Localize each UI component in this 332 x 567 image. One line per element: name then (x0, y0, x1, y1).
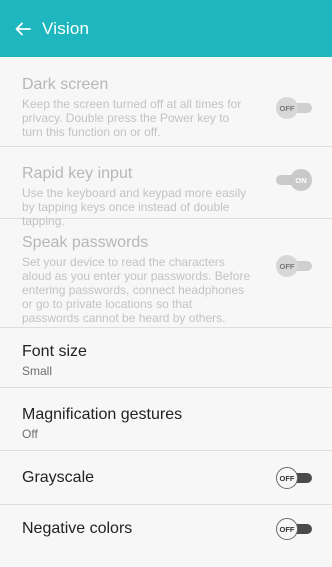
speak-passwords-toggle[interactable]: OFF (276, 255, 312, 277)
toggle-knob: OFF (276, 467, 298, 489)
grayscale-toggle[interactable]: OFF (276, 467, 312, 489)
setting-title: Magnification gestures (22, 406, 183, 423)
setting-font-size[interactable]: Font size Small (0, 328, 332, 388)
toggle-knob: ON (290, 169, 312, 191)
setting-title: Speak passwords (22, 234, 149, 251)
setting-speak-passwords[interactable]: Speak passwords Set your device to read … (0, 219, 332, 328)
setting-negative-colors[interactable]: Negative colors OFF (0, 505, 332, 559)
dark-screen-toggle[interactable]: OFF (276, 97, 312, 119)
settings-list: Dark screen Keep the screen turned off a… (0, 57, 332, 559)
setting-title: Font size (22, 343, 87, 360)
setting-description: Keep the screen turned off at all times … (22, 97, 242, 139)
setting-value: Off (22, 427, 38, 441)
setting-grayscale[interactable]: Grayscale OFF (0, 451, 332, 505)
setting-rapid-key-input[interactable]: Rapid key input Use the keyboard and key… (0, 147, 332, 228)
back-arrow-icon[interactable] (12, 18, 34, 40)
toggle-knob: OFF (276, 255, 298, 277)
setting-dark-screen[interactable]: Dark screen Keep the screen turned off a… (0, 57, 332, 147)
setting-title: Negative colors (22, 520, 133, 537)
setting-description: Set your device to read the characters a… (22, 255, 251, 325)
toggle-knob: OFF (276, 518, 298, 540)
setting-title: Rapid key input (22, 165, 133, 182)
rapid-key-input-toggle[interactable]: ON (276, 169, 312, 191)
setting-magnification-gestures[interactable]: Magnification gestures Off (0, 388, 332, 451)
setting-title: Dark screen (22, 76, 109, 93)
setting-title: Grayscale (22, 469, 95, 486)
setting-value: Small (22, 364, 53, 378)
negative-colors-toggle[interactable]: OFF (276, 518, 312, 540)
toggle-knob: OFF (276, 97, 298, 119)
app-bar: Vision (0, 0, 332, 57)
page-title: Vision (42, 18, 90, 38)
